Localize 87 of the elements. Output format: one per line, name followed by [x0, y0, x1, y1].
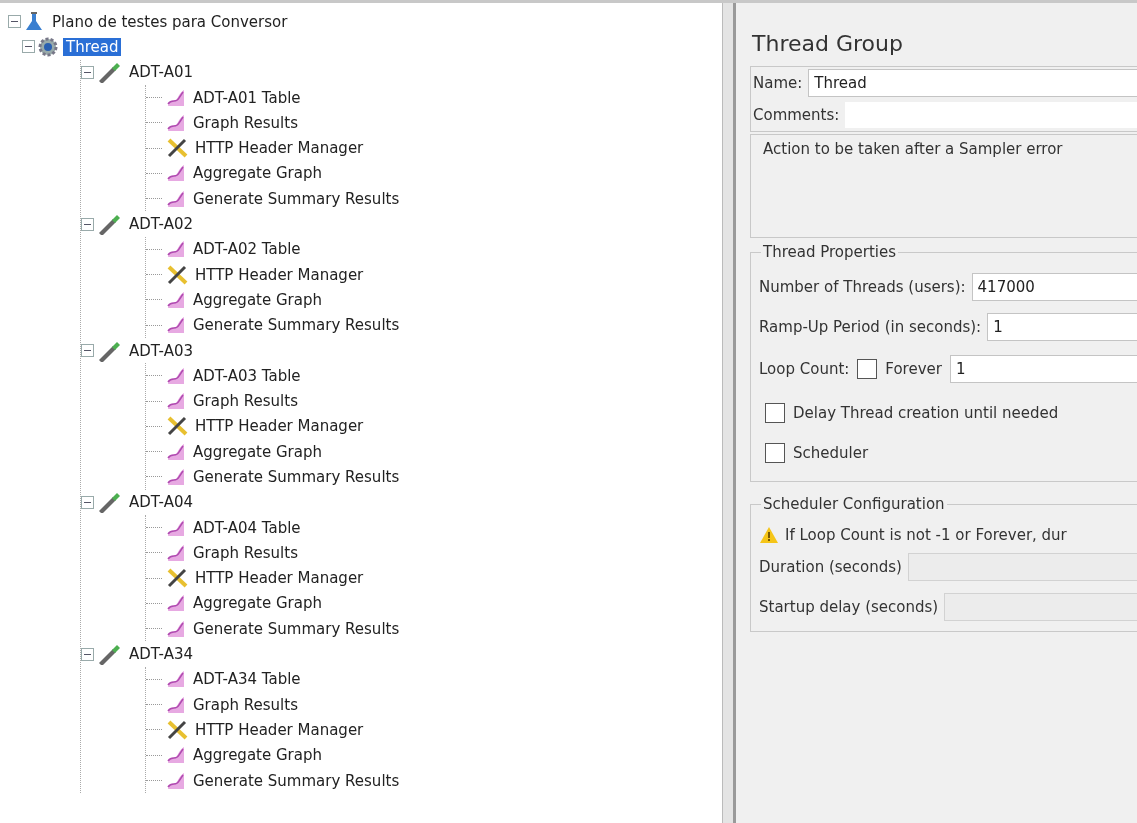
tree-node-label[interactable]: ADT-A03: [126, 341, 197, 360]
graph-icon: [166, 593, 186, 614]
warning-icon: [759, 526, 779, 544]
tree-node-label[interactable]: Aggregate Graph: [190, 164, 325, 183]
tree-node-label[interactable]: HTTP Header Manager: [192, 265, 367, 284]
tools-icon: [166, 719, 188, 740]
collapse-toggle[interactable]: [81, 647, 94, 661]
collapse-toggle[interactable]: [8, 15, 21, 29]
field-label: Duration (seconds): [759, 558, 902, 576]
group-legend: Thread Properties: [761, 243, 899, 261]
graph-icon: [166, 315, 186, 336]
checkbox-label: Delay Thread creation until needed: [793, 404, 1059, 422]
tree-node-label[interactable]: ADT-A01: [126, 63, 197, 82]
group-heading: Action to be taken after a Sampler error: [763, 140, 1063, 158]
tree-node-label[interactable]: HTTP Header Manager: [192, 139, 367, 158]
tree-node-label[interactable]: Generate Summary Results: [190, 468, 403, 486]
collapse-toggle[interactable]: [81, 217, 94, 231]
name-field[interactable]: Thread: [808, 69, 1137, 97]
graph-icon: [166, 163, 186, 184]
field-label: Number of Threads (users):: [759, 278, 966, 296]
graph-icon: [166, 188, 186, 209]
graph-icon: [166, 618, 186, 639]
checkbox-label: Scheduler: [793, 444, 869, 462]
ramp-up-field[interactable]: 1: [987, 313, 1137, 341]
checkbox[interactable]: [765, 443, 785, 463]
collapse-toggle[interactable]: [22, 40, 35, 54]
tree-node-label[interactable]: Graph Results: [190, 695, 301, 714]
flask-icon: [23, 10, 45, 33]
graph-icon: [166, 770, 186, 791]
threads-field[interactable]: 417000: [971, 273, 1137, 301]
field-label: Startup delay (seconds): [759, 598, 939, 616]
field-label: Name:: [753, 74, 803, 92]
tree-node-label[interactable]: Aggregate Graph: [190, 746, 325, 765]
tree-node-label[interactable]: ADT-A03 Table: [190, 366, 304, 385]
warning-text: If Loop Count is not -1 or Forever, dur: [785, 526, 1067, 544]
graph-icon: [166, 467, 186, 487]
tree-node-label[interactable]: ADT-A34 Table: [190, 670, 304, 689]
field-label: Ramp-Up Period (in seconds):: [759, 318, 982, 336]
tools-icon: [166, 568, 188, 589]
graph-icon: [166, 694, 186, 715]
graph-icon: [166, 87, 186, 108]
graph-icon: [166, 517, 186, 538]
tree-node-label[interactable]: HTTP Header Manager: [192, 720, 367, 739]
tree-node-label[interactable]: ADT-A01 Table: [190, 88, 304, 107]
tree-node-label[interactable]: Graph Results: [190, 113, 301, 132]
collapse-toggle[interactable]: [81, 65, 94, 79]
tree-node-label[interactable]: Plano de testes para Conversor: [49, 12, 291, 31]
tree-node-label[interactable]: ADT-A02: [126, 215, 197, 233]
tree-node-label[interactable]: Thread: [63, 37, 122, 56]
graph-icon: [166, 669, 186, 690]
tree-node-label[interactable]: Generate Summary Results: [190, 619, 403, 638]
graph-icon: [166, 289, 186, 310]
checkbox-label: Forever: [885, 360, 942, 378]
tree-node-label[interactable]: Generate Summary Results: [190, 316, 403, 335]
tree-node-label[interactable]: ADT-A04 Table: [190, 518, 304, 537]
graph-icon: [166, 365, 186, 386]
tools-icon: [166, 416, 188, 437]
tree-node-label[interactable]: Generate Summary Results: [190, 189, 403, 208]
checkbox[interactable]: [857, 359, 878, 379]
tree-node-label[interactable]: Graph Results: [190, 543, 301, 562]
tree-node-label[interactable]: Aggregate Graph: [190, 442, 325, 461]
checkbox[interactable]: [765, 403, 785, 423]
tree-node-label[interactable]: Generate Summary Results: [190, 771, 403, 790]
tools-icon: [166, 264, 188, 285]
tree-node-label[interactable]: HTTP Header Manager: [192, 417, 367, 436]
tree-node-label[interactable]: Aggregate Graph: [190, 594, 325, 613]
field-label: Loop Count:: [759, 360, 850, 378]
tools-icon: [166, 138, 188, 159]
graph-icon: [166, 441, 186, 462]
graph-icon: [166, 542, 186, 563]
collapse-toggle[interactable]: [81, 495, 94, 509]
tree-node-label[interactable]: ADT-A02 Table: [190, 240, 304, 259]
field-label: Comments:: [753, 106, 840, 124]
tree-node-label[interactable]: ADT-A34: [126, 645, 197, 664]
collapse-toggle[interactable]: [81, 344, 94, 357]
graph-icon: [166, 391, 186, 412]
gear-icon: [37, 35, 59, 58]
tree-node-label[interactable]: Aggregate Graph: [190, 290, 325, 309]
group-legend: Scheduler Configuration: [761, 495, 947, 513]
tree-node-label[interactable]: ADT-A04: [126, 493, 197, 512]
graph-icon: [166, 239, 186, 260]
graph-icon: [166, 745, 186, 766]
tree-node-label[interactable]: Graph Results: [190, 392, 301, 411]
loop-count-field[interactable]: 1: [949, 355, 1137, 383]
graph-icon: [166, 112, 186, 133]
tree-node-label[interactable]: HTTP Header Manager: [192, 569, 367, 588]
panel-title: Thread Group: [752, 31, 904, 56]
